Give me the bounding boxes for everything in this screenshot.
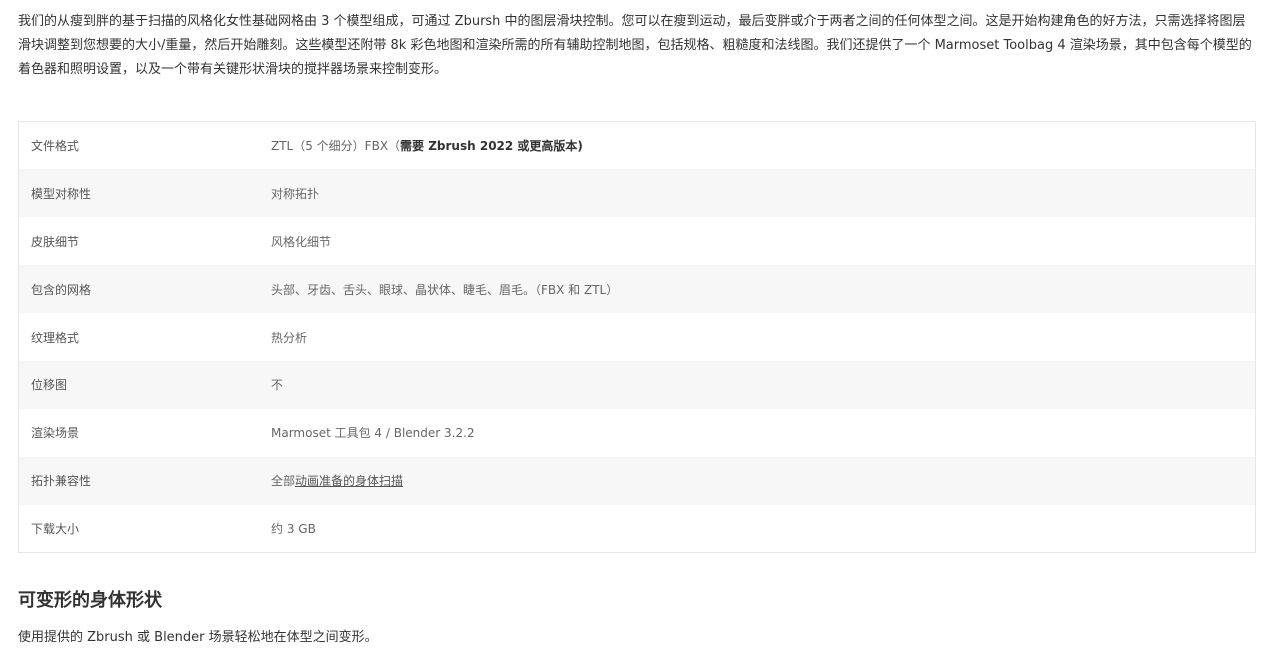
row-label: 包含的网格 — [31, 282, 92, 297]
intro-paragraph: 我们的从瘦到胖的基于扫描的风格化女性基础网格由 3 个模型组成，可通过 Zbur… — [18, 14, 1252, 77]
row-value: 不 — [271, 378, 284, 393]
table-row: 包含的网格 头部、牙齿、舌头、眼球、晶状体、睫毛、眉毛。（FBX 和 ZTL） — [18, 265, 1256, 314]
section-title: 可变形的身体形状 — [18, 590, 162, 611]
row-value: ZTL（5 个细分）FBX（需要 Zbrush 2022 或更高版本) — [259, 122, 1256, 170]
table-row: 皮肤细节 风格化细节 — [18, 217, 1256, 266]
row-value: 风格化细节 — [271, 234, 332, 249]
row-value: 热分析 — [271, 330, 308, 345]
section-text: 使用提供的 Zbrush 或 Blender 场景轻松地在体型之间变形。 — [18, 630, 378, 645]
row-value: 对称拓扑 — [271, 186, 320, 201]
table-row: 文件格式 ZTL（5 个细分）FBX（需要 Zbrush 2022 或更高版本) — [18, 121, 1256, 170]
row-label: 渲染场景 — [31, 426, 80, 441]
row-value: 头部、牙齿、舌头、眼球、晶状体、睫毛、眉毛。（FBX 和 ZTL） — [271, 282, 619, 297]
table-row: 纹理格式 热分析 — [18, 313, 1256, 361]
table-row: 渲染场景 Marmoset 工具包 4 / Blender 3.2.2 — [18, 408, 1256, 457]
table-row: 拓扑兼容性 全部动画准备的身体扫描 — [18, 456, 1256, 505]
table-row: 位移图 不 — [18, 360, 1256, 409]
body-scan-link[interactable]: 动画准备的身体扫描 — [295, 474, 403, 488]
row-value: 约 3 GB — [271, 521, 316, 536]
row-label: 皮肤细节 — [31, 234, 80, 249]
table-row: 下载大小 约 3 GB — [18, 504, 1256, 553]
file-format-text: ZTL（5 个细分）FBX（ — [271, 139, 401, 154]
table-row: 模型对称性 对称拓扑 — [18, 169, 1256, 218]
topology-prefix: 全部 — [271, 474, 296, 489]
row-label: 拓扑兼容性 — [31, 474, 92, 489]
row-value: Marmoset 工具包 4 / Blender 3.2.2 — [271, 426, 475, 441]
row-label: 文件格式 — [31, 139, 80, 154]
file-format-requirement: 需要 Zbrush 2022 或更高版本) — [400, 139, 583, 154]
row-label: 位移图 — [31, 378, 68, 393]
row-value: 全部动画准备的身体扫描 — [259, 457, 1256, 505]
spec-table: 文件格式 ZTL（5 个细分）FBX（需要 Zbrush 2022 或更高版本)… — [18, 121, 1256, 554]
row-label: 纹理格式 — [31, 330, 80, 345]
row-label: 模型对称性 — [31, 186, 92, 201]
row-label: 下载大小 — [31, 521, 80, 536]
